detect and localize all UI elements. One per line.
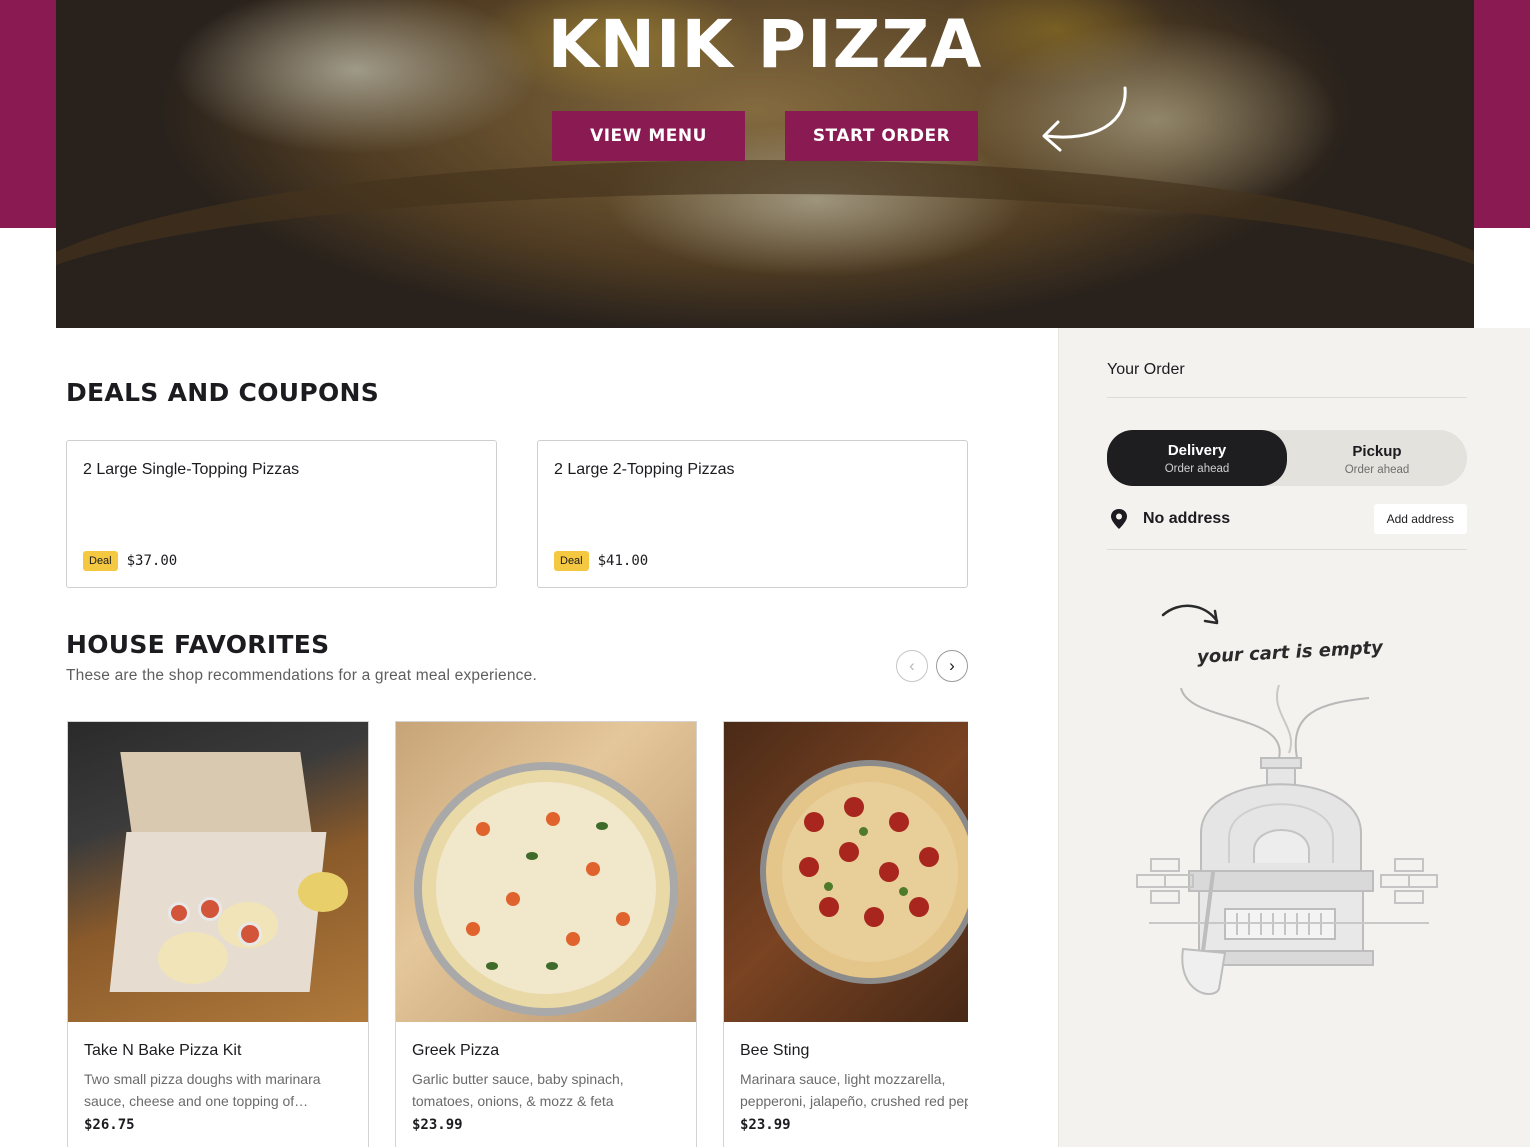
product-description: Two small pizza doughs with marinara sau… [84, 1071, 321, 1109]
product-name: Take N Bake Pizza Kit [84, 1042, 242, 1059]
your-order-title: Your Order [1107, 361, 1185, 378]
product-image [396, 722, 696, 1022]
fulfillment-toggle: Delivery Order ahead Pickup Order ahead [1107, 430, 1467, 486]
house-favorites-heading: HOUSE FAVORITES [66, 630, 330, 659]
deal-name: 2 Large Single-Topping Pizzas [83, 461, 300, 478]
product-name: Greek Pizza [412, 1042, 500, 1059]
deal-card[interactable]: 2 Large Single-Topping Pizzas Deal $37.0… [66, 440, 497, 588]
product-price: $23.99 [740, 1117, 791, 1133]
product-name: Bee Sting [740, 1042, 810, 1059]
product-price: $23.99 [412, 1117, 463, 1133]
start-order-button[interactable]: START ORDER [785, 111, 978, 161]
carousel-prev-button[interactable]: ‹ [896, 650, 928, 682]
order-sidebar: Your Order Delivery Order ahead Pickup O… [1058, 328, 1530, 1147]
add-address-button[interactable]: Add address [1373, 504, 1467, 534]
divider [1107, 397, 1467, 398]
product-image [724, 722, 968, 1022]
address-text: No address [1143, 510, 1231, 527]
pickup-option[interactable]: Pickup Order ahead [1287, 433, 1467, 485]
carousel-next-button[interactable]: › [936, 650, 968, 682]
address-row: No address Add address [1107, 504, 1467, 534]
deal-card[interactable]: 2 Large 2-Topping Pizzas Deal $41.00 [537, 440, 968, 588]
deal-name: 2 Large 2-Topping Pizzas [554, 461, 735, 478]
product-description: Marinara sauce, light mozzarella, pepper… [740, 1071, 968, 1109]
product-description: Garlic butter sauce, baby spinach, tomat… [412, 1071, 624, 1109]
product-card[interactable]: Bee Sting Marinara sauce, light mozzarel… [723, 721, 968, 1147]
product-card[interactable]: Greek Pizza Garlic butter sauce, baby sp… [395, 721, 697, 1147]
house-favorites-subtitle: These are the shop recommendations for a… [66, 667, 537, 684]
restaurant-title: KNIK PIZZA [547, 6, 983, 83]
favorites-carousel: Take N Bake Pizza Kit Two small pizza do… [66, 721, 968, 1147]
pizza-oven-illustration [1136, 604, 1438, 995]
divider [1107, 549, 1467, 550]
pickup-sub: Order ahead [1344, 463, 1410, 476]
delivery-sub: Order ahead [1164, 462, 1230, 475]
deal-price: $41.00 [597, 553, 649, 569]
view-menu-button[interactable]: VIEW MENU [552, 111, 745, 161]
deals-heading: DEALS AND COUPONS [66, 378, 380, 407]
chevron-right-icon: › [949, 656, 955, 675]
deal-price: $37.00 [126, 553, 178, 569]
pickup-label: Pickup [1352, 442, 1402, 460]
product-card[interactable]: Take N Bake Pizza Kit Two small pizza do… [67, 721, 369, 1147]
curved-arrow-icon [1042, 86, 1127, 152]
product-image [68, 722, 368, 1022]
chevron-left-icon: ‹ [909, 656, 915, 675]
delivery-label: Delivery [1167, 441, 1227, 459]
delivery-option[interactable]: Delivery Order ahead [1107, 430, 1287, 486]
deal-badge: Deal [554, 551, 589, 571]
deal-badge: Deal [83, 551, 118, 571]
location-pin-icon [1111, 509, 1127, 529]
product-price: $26.75 [84, 1117, 135, 1133]
main-content: DEALS AND COUPONS 2 Large Single-Topping… [66, 328, 968, 1147]
